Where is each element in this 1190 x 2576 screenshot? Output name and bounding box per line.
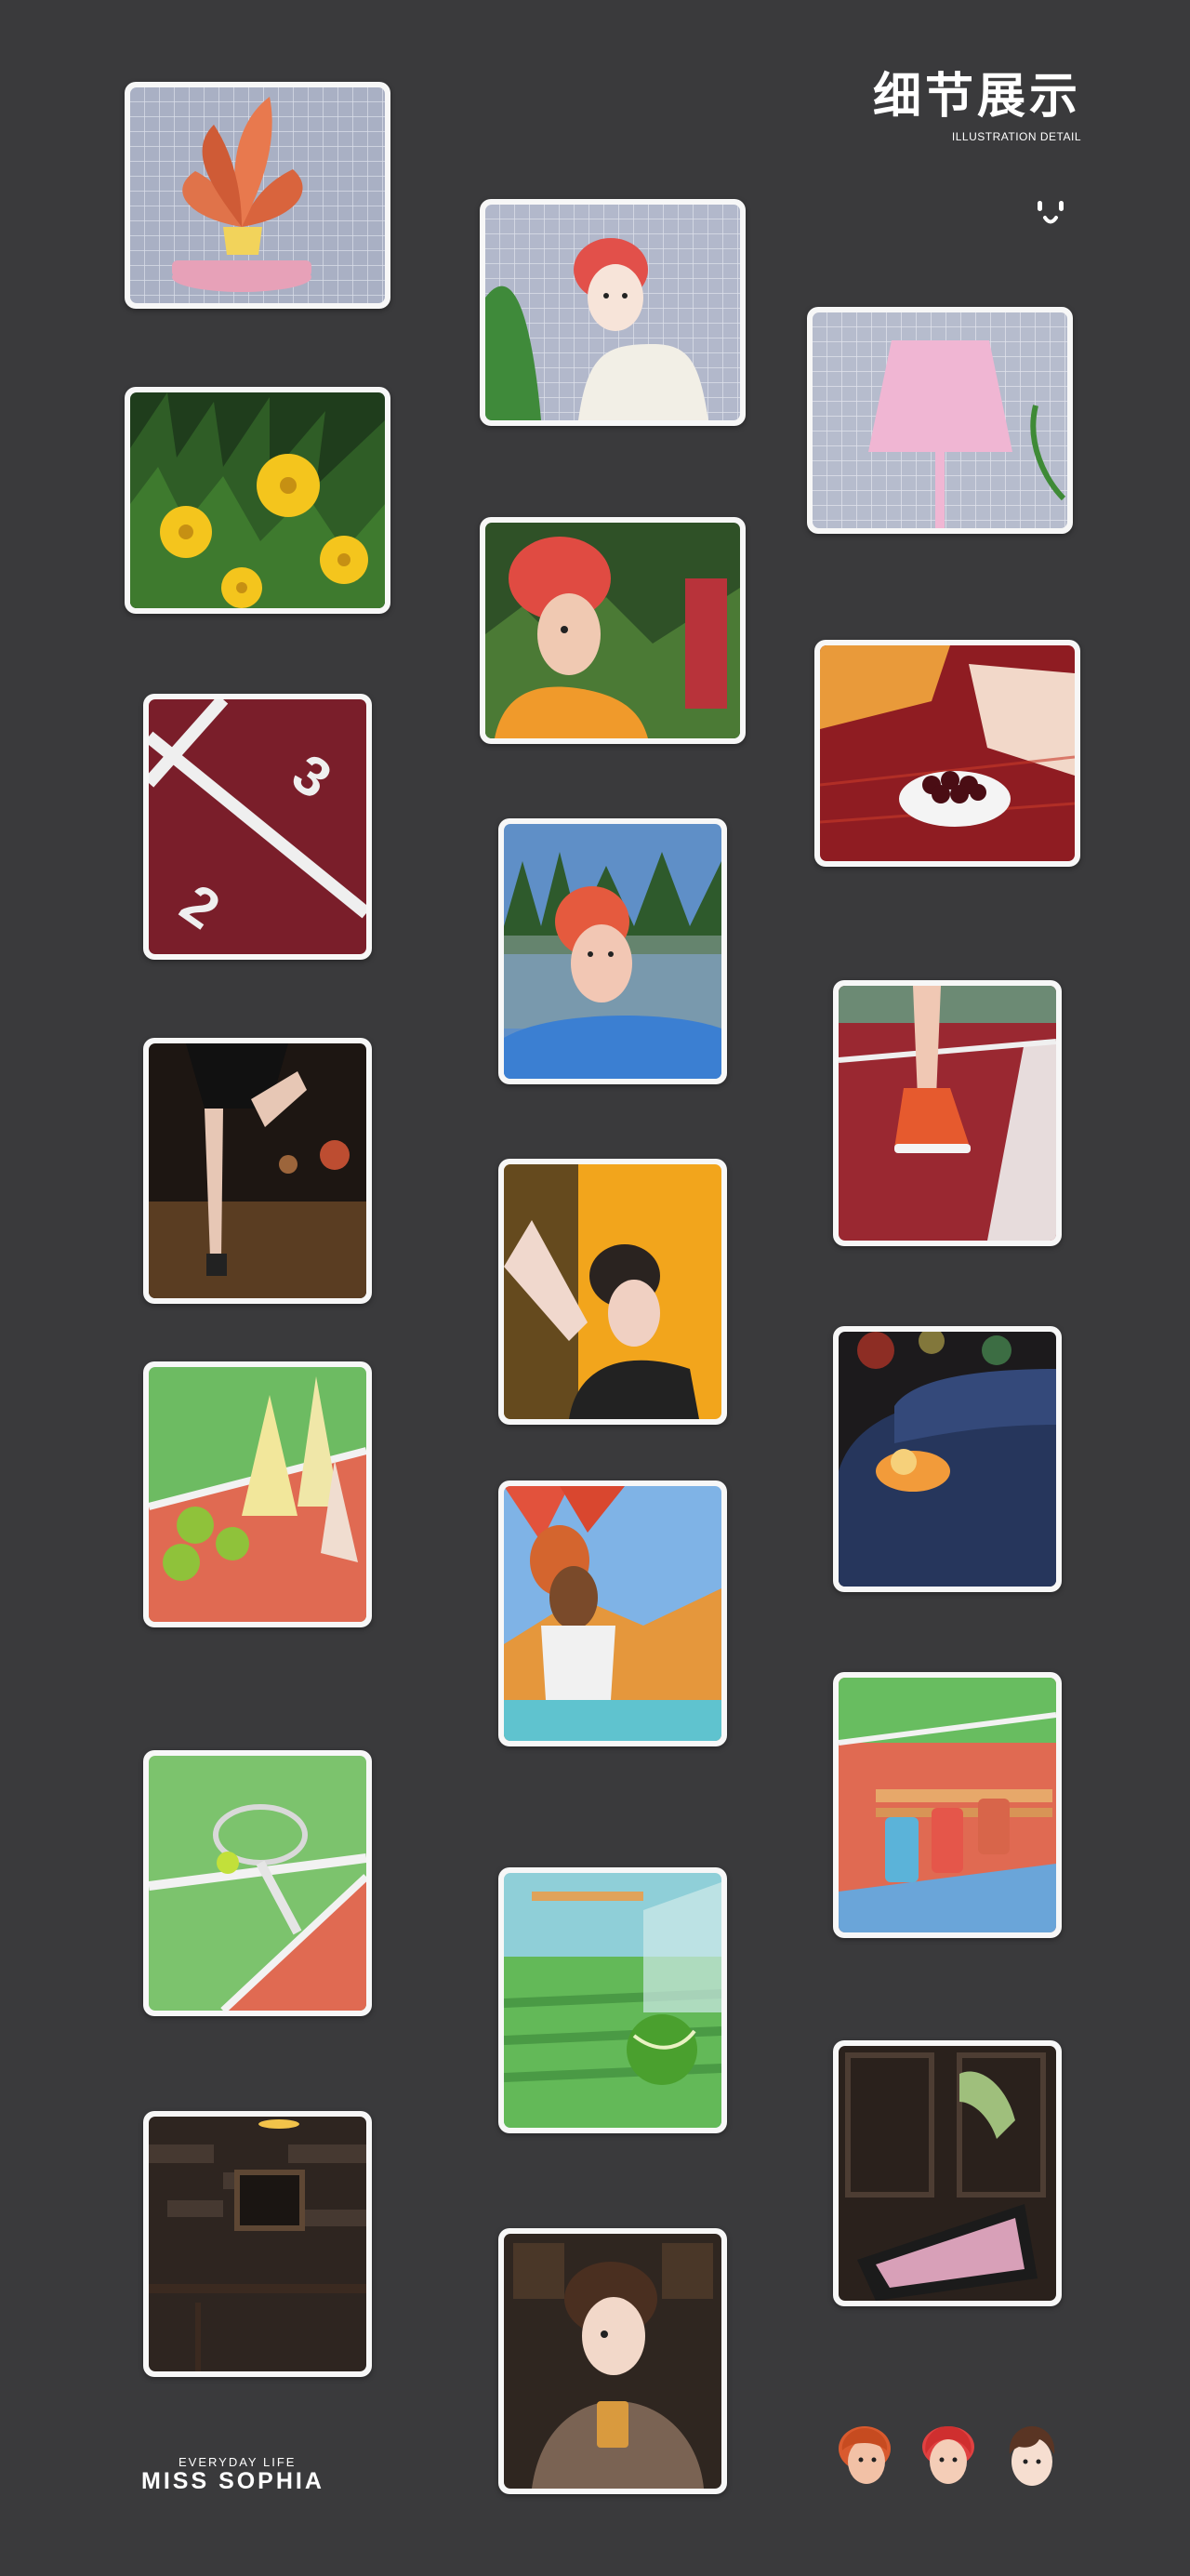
tile-boy-court[interactable]: [498, 818, 727, 1084]
red-sneaker-image: [839, 986, 1056, 1241]
page-title: 细节展示: [872, 69, 1081, 125]
cans-bench-image: [839, 1678, 1056, 1932]
girl-plant-image: [485, 205, 740, 420]
footer-tagline: EVERYDAY LIFE: [178, 2455, 297, 2469]
tile-man-coffee[interactable]: [498, 2228, 727, 2494]
girl-beach-image: [504, 1486, 721, 1741]
cafe-wall-image: [149, 2117, 366, 2371]
tennis-racket-image: [149, 1756, 366, 2011]
legs-night-image: [149, 1043, 366, 1298]
court-numbers-image: 3 2: [149, 699, 366, 954]
tile-cherries[interactable]: [814, 640, 1080, 867]
man-coffee-image: [504, 2234, 721, 2489]
cherries-image: [820, 645, 1075, 861]
tile-yellow-flowers[interactable]: [125, 387, 390, 614]
tile-red-sneaker[interactable]: [833, 980, 1062, 1246]
pink-lamp-image: [813, 312, 1067, 528]
tile-blue-car[interactable]: [833, 1326, 1062, 1592]
plant-pot-image: [130, 87, 385, 303]
page-subtitle: ILLUSTRATION DETAIL: [951, 130, 1081, 143]
tile-tennis-ball-net[interactable]: [498, 1867, 727, 2133]
tile-girl-reading[interactable]: [480, 517, 746, 744]
tile-girl-plant[interactable]: [480, 199, 746, 426]
tile-traffic-cones[interactable]: [143, 1361, 372, 1627]
tile-legs-night[interactable]: [143, 1038, 372, 1304]
brown-hair-avatar-icon: [1002, 2423, 1062, 2490]
boy-court-image: [504, 824, 721, 1079]
yellow-flowers-image: [130, 392, 385, 608]
tile-tennis-racket[interactable]: [143, 1750, 372, 2016]
blue-car-image: [839, 1332, 1056, 1587]
traffic-cones-image: [149, 1367, 366, 1622]
tile-cans-bench[interactable]: [833, 1672, 1062, 1938]
tile-window-tablet[interactable]: [833, 2040, 1062, 2306]
tile-girl-beach[interactable]: [498, 1481, 727, 1746]
orange-curly-avatar-icon: [835, 2423, 894, 2490]
window-tablet-image: [839, 2046, 1056, 2301]
tile-pink-lamp[interactable]: [807, 307, 1073, 534]
girl-reading-image: [485, 523, 740, 738]
girl-sunset-image: [504, 1164, 721, 1419]
tile-cafe-wall[interactable]: [143, 2111, 372, 2377]
tennis-ball-net-image: [504, 1873, 721, 2128]
footer-brand: MISS SOPHIA: [141, 2468, 324, 2494]
tile-plant-pot[interactable]: [125, 82, 390, 309]
tile-girl-sunset[interactable]: [498, 1159, 727, 1425]
red-hair-avatar-icon: [919, 2423, 978, 2490]
tile-court-numbers[interactable]: 3 2: [143, 694, 372, 960]
smile-face-icon: [1034, 197, 1071, 234]
